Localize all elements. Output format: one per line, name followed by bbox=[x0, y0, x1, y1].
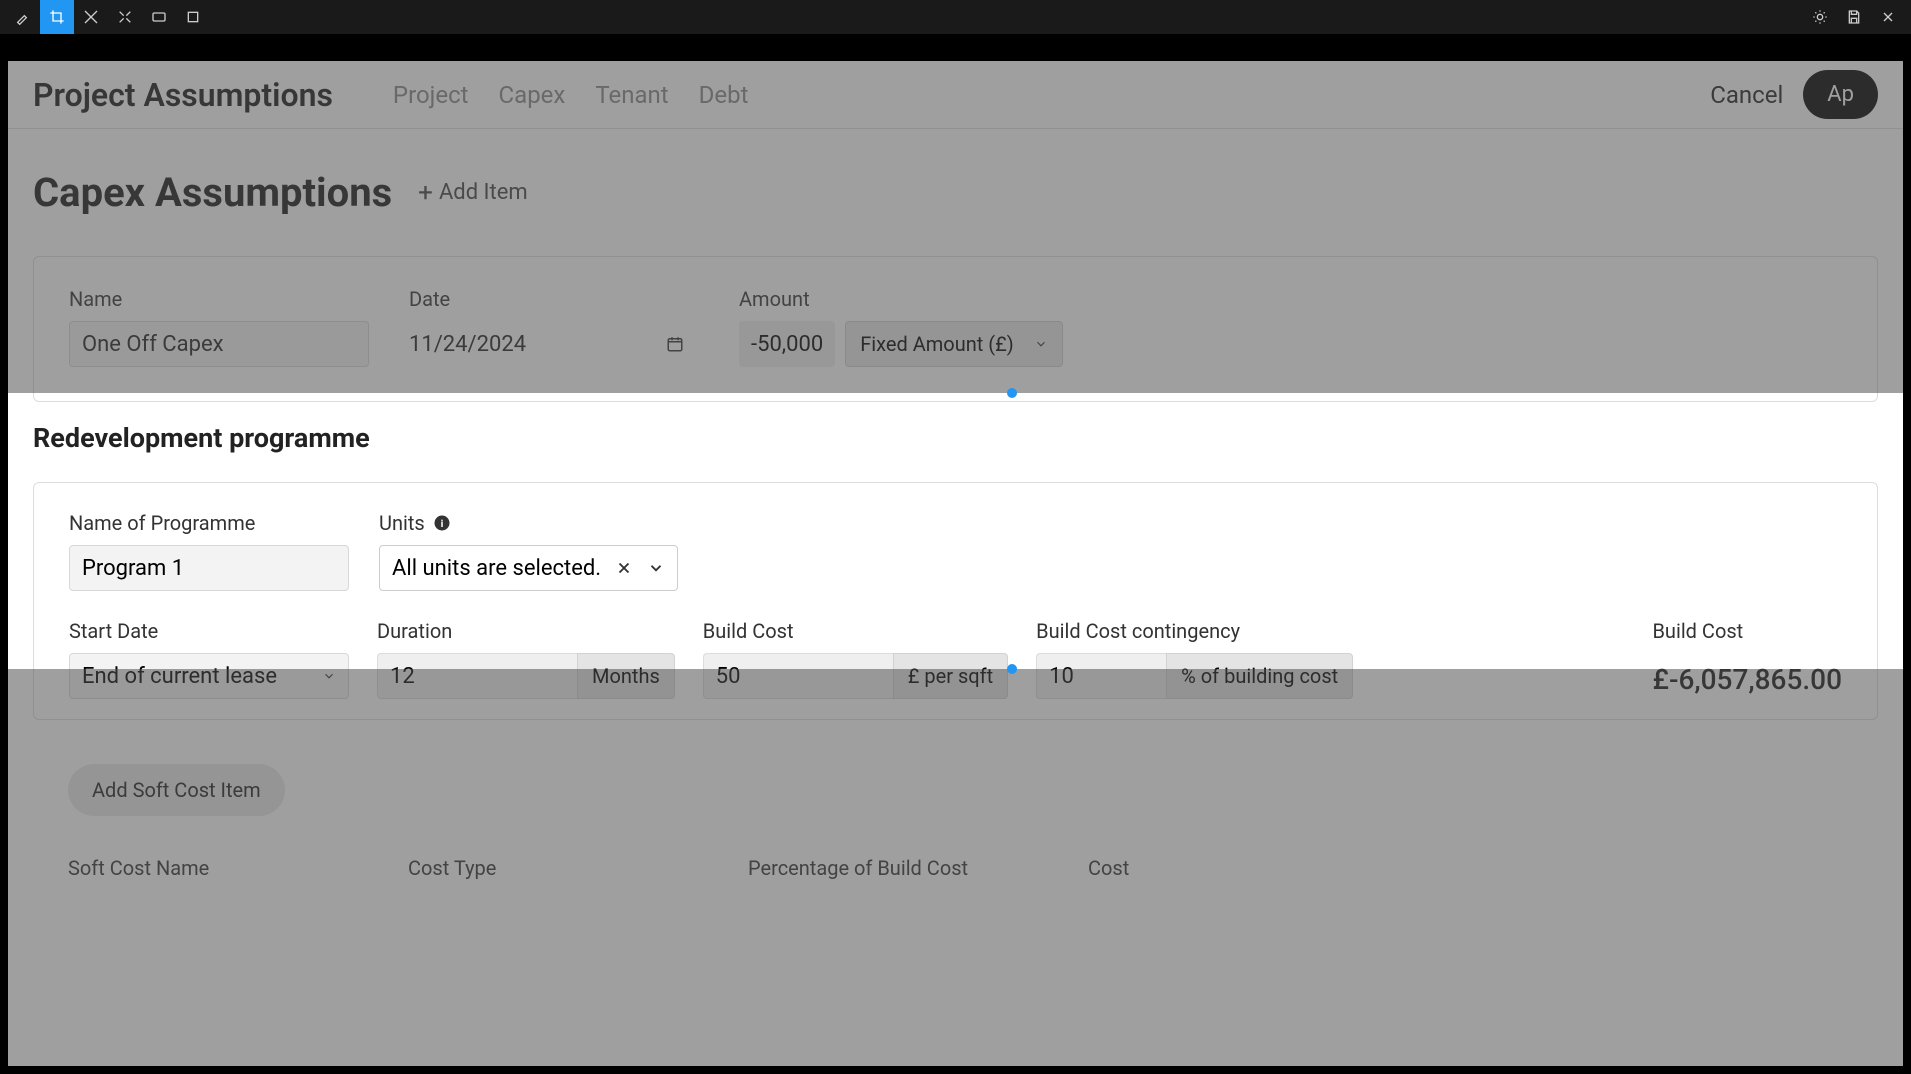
editor-toolbar bbox=[0, 0, 1911, 34]
softcost-section: Add Soft Cost Item Soft Cost Name Cost T… bbox=[8, 744, 1903, 910]
redev-card: Name of Programme Units i All units are … bbox=[33, 482, 1878, 720]
brush-icon[interactable] bbox=[6, 0, 40, 34]
date-value: 11/24/2024 bbox=[409, 332, 526, 357]
page-title: Project Assumptions bbox=[33, 76, 333, 114]
program-name-label: Name of Programme bbox=[69, 511, 349, 535]
embedded-app: Project Assumptions Project Capex Tenant… bbox=[8, 61, 1903, 1066]
capex-card: Name Date 11/24/2024 Amount -50,000 Fixe… bbox=[33, 256, 1878, 402]
duration-input[interactable] bbox=[377, 653, 577, 699]
build-cost-total-value: £-6,057,865.00 bbox=[1652, 663, 1842, 696]
amount-type-select[interactable]: Fixed Amount (£) bbox=[845, 321, 1063, 367]
apply-button[interactable]: Ap bbox=[1803, 70, 1878, 119]
app-header: Project Assumptions Project Capex Tenant… bbox=[8, 61, 1903, 129]
expand-icon[interactable] bbox=[108, 0, 142, 34]
crop-handle-top[interactable] bbox=[1007, 388, 1017, 398]
amount-value[interactable]: -50,000 bbox=[739, 321, 835, 367]
duration-unit: Months bbox=[577, 653, 675, 699]
info-icon[interactable]: i bbox=[433, 514, 451, 532]
add-softcost-button[interactable]: Add Soft Cost Item bbox=[68, 764, 285, 816]
chevron-down-icon bbox=[1034, 337, 1048, 351]
amount-label: Amount bbox=[739, 287, 1139, 311]
screen-icon[interactable] bbox=[142, 0, 176, 34]
eraser-icon[interactable] bbox=[74, 0, 108, 34]
sun-icon[interactable] bbox=[1803, 0, 1837, 34]
chevron-down-icon bbox=[322, 669, 336, 683]
units-select[interactable]: All units are selected. bbox=[379, 545, 678, 591]
crop-handle-bottom[interactable] bbox=[1007, 664, 1017, 674]
cancel-button[interactable]: Cancel bbox=[1710, 81, 1783, 109]
build-cost-total-label: Build Cost bbox=[1652, 619, 1842, 643]
duration-label: Duration bbox=[377, 619, 675, 643]
crop-icon[interactable] bbox=[40, 0, 74, 34]
units-text: All units are selected. bbox=[392, 556, 601, 581]
save-icon[interactable] bbox=[1837, 0, 1871, 34]
add-item-button[interactable]: + Add Item bbox=[410, 174, 536, 212]
softcost-pct-header: Percentage of Build Cost bbox=[748, 856, 1048, 880]
units-label: Units i bbox=[379, 511, 678, 535]
redev-section: Redevelopment programme Name of Programm… bbox=[8, 402, 1903, 744]
contingency-input[interactable] bbox=[1036, 653, 1166, 699]
tab-debt[interactable]: Debt bbox=[699, 81, 749, 109]
close-icon[interactable] bbox=[1871, 0, 1905, 34]
redev-title: Redevelopment programme bbox=[33, 422, 1878, 454]
contingency-label: Build Cost contingency bbox=[1036, 619, 1353, 643]
svg-text:i: i bbox=[440, 517, 443, 530]
buildcost-label: Build Cost bbox=[703, 619, 1008, 643]
softcost-name-header: Soft Cost Name bbox=[68, 856, 368, 880]
chevron-down-icon[interactable] bbox=[647, 559, 665, 577]
plus-icon: + bbox=[418, 178, 433, 208]
program-name-input[interactable] bbox=[69, 545, 349, 591]
amount-type-label: Fixed Amount (£) bbox=[860, 332, 1014, 356]
tab-tenant[interactable]: Tenant bbox=[595, 81, 668, 109]
buildcost-unit: £ per sqft bbox=[893, 653, 1008, 699]
start-date-label: Start Date bbox=[69, 619, 349, 643]
softcost-type-header: Cost Type bbox=[408, 856, 708, 880]
name-label: Name bbox=[69, 287, 369, 311]
softcost-cost-header: Cost bbox=[1088, 856, 1288, 880]
clear-icon[interactable] bbox=[615, 559, 633, 577]
stop-icon[interactable] bbox=[176, 0, 210, 34]
start-date-value: End of current lease bbox=[82, 664, 277, 689]
calendar-icon bbox=[666, 335, 684, 353]
tab-capex[interactable]: Capex bbox=[499, 81, 566, 109]
date-input[interactable]: 11/24/2024 bbox=[409, 321, 699, 367]
start-date-select[interactable]: End of current lease bbox=[69, 653, 349, 699]
capex-title: Capex Assumptions bbox=[33, 169, 392, 216]
add-item-label: Add Item bbox=[439, 180, 528, 205]
tab-project[interactable]: Project bbox=[393, 81, 469, 109]
date-label: Date bbox=[409, 287, 699, 311]
tab-list: Project Capex Tenant Debt bbox=[393, 81, 749, 109]
contingency-unit: % of building cost bbox=[1166, 653, 1353, 699]
buildcost-input[interactable] bbox=[703, 653, 893, 699]
name-input[interactable] bbox=[69, 321, 369, 367]
capex-section: Capex Assumptions + Add Item bbox=[8, 129, 1903, 226]
